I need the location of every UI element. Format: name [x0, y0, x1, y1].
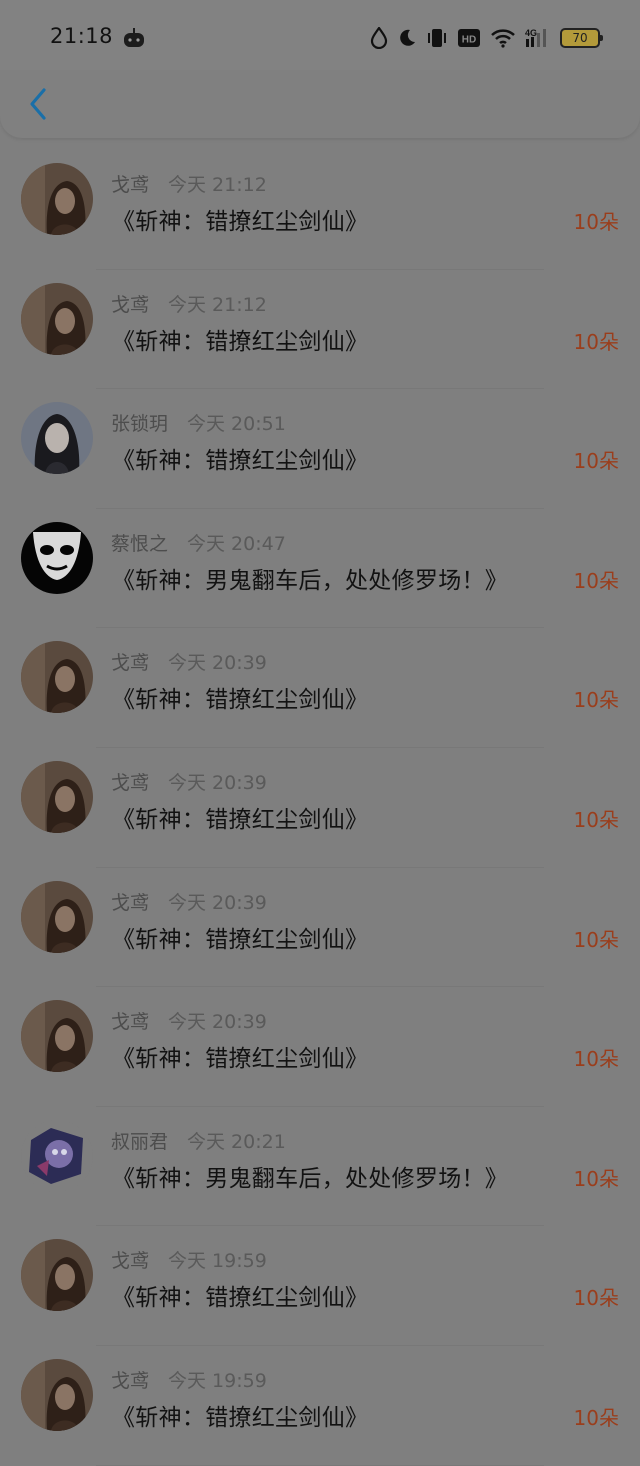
avatar-image: [21, 880, 93, 953]
flower-amount: 10朵: [573, 1405, 619, 1430]
record-time: 今天 20:51: [187, 413, 286, 436]
list-item-7[interactable]: 戈鸢 今天 20:39 《斩神：错撩红尘剑仙》 10朵: [0, 868, 640, 988]
user-name: 叔丽君: [111, 1130, 169, 1153]
flower-amount: 10朵: [573, 329, 619, 354]
flower-amount: 10朵: [573, 568, 619, 593]
list-item-1[interactable]: 戈鸢 今天 21:12 《斩神：错撩红尘剑仙》 10朵: [0, 150, 640, 270]
record-time: 今天 21:12: [168, 293, 267, 316]
nav-bar: [0, 70, 640, 138]
avatar-image: [21, 641, 93, 714]
avatar[interactable]: [21, 641, 93, 714]
avatar[interactable]: [21, 163, 93, 235]
avatar-image: [21, 1239, 93, 1312]
user-name: 戈鸢: [111, 1369, 150, 1392]
list-item-3[interactable]: 张锁玥 今天 20:51 《斩神：错撩红尘剑仙》 10朵: [0, 389, 640, 509]
game-controller-icon: [122, 26, 146, 50]
avatar-image: [21, 760, 93, 833]
hd-text: HD: [462, 35, 476, 46]
status-time: 21:18: [50, 24, 114, 48]
book-title: 《斩神：错撩红尘剑仙》: [112, 806, 369, 833]
list-item-8[interactable]: 戈鸢 今天 20:39 《斩神：错撩红尘剑仙》 10朵: [0, 987, 640, 1107]
avatar[interactable]: [21, 760, 93, 833]
avatar[interactable]: [21, 1000, 93, 1073]
user-name: 戈鸢: [111, 891, 150, 914]
book-title: 《斩神：错撩红尘剑仙》: [112, 1285, 369, 1312]
record-time: 今天 20:39: [168, 652, 267, 675]
avatar[interactable]: [21, 402, 93, 475]
avatar-image: [21, 1000, 93, 1073]
list-item-9[interactable]: 叔丽君 今天 20:21 《斩神：男鬼翻车后，处处修罗场！》 10朵: [0, 1107, 640, 1227]
status-bar: 21:18 HD 4G 70: [0, 0, 640, 70]
book-title: 《斩神：男鬼翻车后，处处修罗场！》: [112, 567, 509, 594]
record-time: 今天 19:59: [168, 1369, 267, 1392]
book-title: 《斩神：错撩红尘剑仙》: [112, 1046, 369, 1073]
avatar[interactable]: [21, 1119, 93, 1192]
avatar[interactable]: [21, 282, 93, 355]
record-time: 今天 21:12: [168, 174, 267, 196]
back-button[interactable]: [18, 84, 58, 124]
user-name: 张锁玥: [111, 413, 169, 436]
record-time: 今天 20:21: [187, 1130, 286, 1153]
list-item-2[interactable]: 戈鸢 今天 21:12 《斩神：错撩红尘剑仙》 10朵: [0, 270, 640, 390]
user-name: 戈鸢: [111, 1011, 150, 1034]
avatar-image: [21, 521, 93, 594]
flower-amount: 10朵: [573, 688, 619, 713]
user-name: 蔡恨之: [111, 532, 169, 555]
avatar[interactable]: [21, 1358, 93, 1431]
book-title: 《斩神：男鬼翻车后，处处修罗场！》: [112, 1165, 509, 1192]
avatar-image: [21, 1358, 93, 1431]
record-time: 今天 20:39: [168, 771, 267, 794]
user-name: 戈鸢: [111, 652, 150, 675]
user-name: 戈鸢: [111, 1250, 150, 1273]
flower-amount: 10朵: [573, 449, 619, 474]
flower-amount: 10朵: [573, 927, 619, 952]
hd-icon: HD: [457, 28, 481, 48]
list-item-10[interactable]: 戈鸢 今天 19:59 《斩神：错撩红尘剑仙》 10朵: [0, 1226, 640, 1346]
water-drop-icon: [370, 27, 388, 49]
flower-amount: 10朵: [573, 807, 619, 832]
record-time: 今天 20:39: [168, 1011, 267, 1034]
signal-4g-icon: 4G: [525, 27, 551, 49]
battery-level: 70: [572, 31, 588, 45]
book-title: 《斩神：错撩红尘剑仙》: [112, 687, 369, 714]
flower-amount: 10朵: [573, 1166, 619, 1191]
record-time: 今天 20:47: [187, 532, 286, 555]
book-title: 《斩神：错撩红尘剑仙》: [112, 328, 369, 355]
record-time: 今天 20:39: [168, 891, 267, 914]
book-title: 《斩神：错撩红尘剑仙》: [112, 448, 369, 475]
chevron-left-icon: [30, 88, 46, 120]
list-item-11[interactable]: 戈鸢 今天 19:59 《斩神：错撩红尘剑仙》 10朵: [0, 1346, 640, 1466]
book-title: 《斩神：错撩红尘剑仙》: [112, 209, 369, 235]
user-name: 戈鸢: [111, 771, 150, 794]
wifi-icon: [490, 28, 516, 48]
battery-icon: 70: [560, 28, 603, 48]
avatar[interactable]: [21, 1239, 93, 1312]
avatar-image: [21, 282, 93, 355]
book-title: 《斩神：错撩红尘剑仙》: [112, 926, 369, 953]
avatar[interactable]: [21, 880, 93, 953]
moon-icon: [397, 28, 417, 48]
vibrate-icon: [426, 27, 448, 49]
flower-amount: 10朵: [573, 1047, 619, 1072]
list-item-4[interactable]: 蔡恨之 今天 20:47 《斩神：男鬼翻车后，处处修罗场！》 10朵: [0, 509, 640, 629]
list-item-5[interactable]: 戈鸢 今天 20:39 《斩神：错撩红尘剑仙》 10朵: [0, 628, 640, 748]
user-name: 戈鸢: [111, 174, 150, 196]
flower-amount: 10朵: [573, 1286, 619, 1311]
user-name: 戈鸢: [111, 293, 150, 316]
list-item-6[interactable]: 戈鸢 今天 20:39 《斩神：错撩红尘剑仙》 10朵: [0, 748, 640, 868]
avatar-image: [21, 163, 93, 235]
divider: [96, 1464, 544, 1466]
gift-record-list: 戈鸢 今天 21:12 《斩神：错撩红尘剑仙》 10朵 戈鸢 今天 21:12 …: [0, 150, 640, 1466]
avatar-image: [21, 1119, 93, 1192]
avatar-image: [21, 402, 93, 475]
flower-amount: 10朵: [573, 210, 619, 234]
book-title: 《斩神：错撩红尘剑仙》: [112, 1404, 369, 1431]
network-type: 4G: [525, 28, 537, 38]
record-time: 今天 19:59: [168, 1250, 267, 1273]
avatar[interactable]: [21, 521, 93, 594]
